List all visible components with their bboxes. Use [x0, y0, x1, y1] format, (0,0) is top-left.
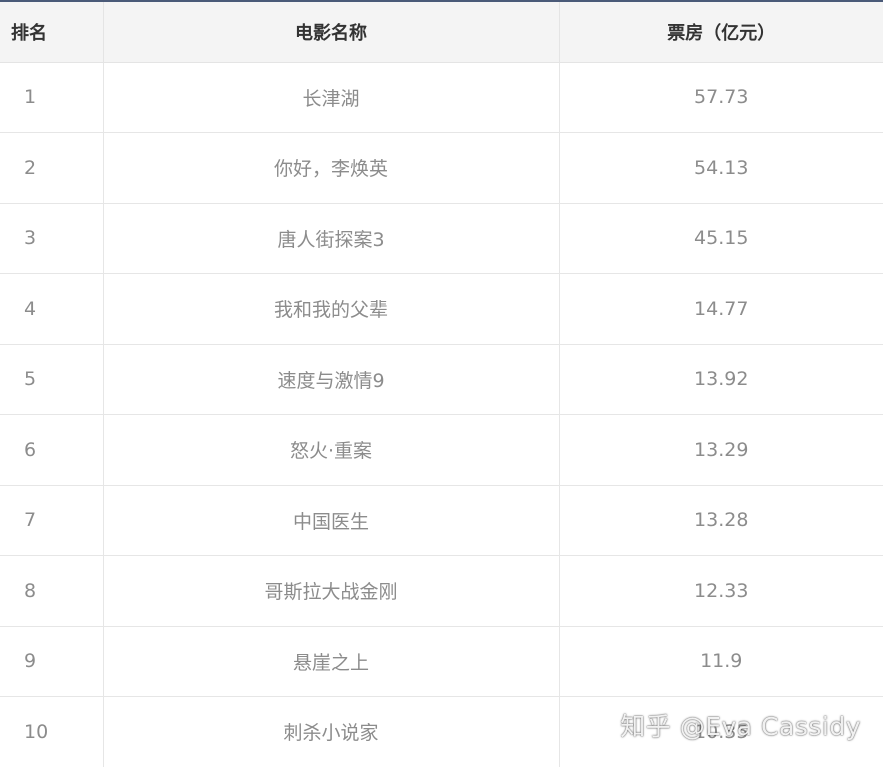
- cell-box-office: 45.15: [559, 203, 883, 274]
- cell-movie-name: 唐人街探案3: [103, 203, 560, 274]
- table-row: 8 哥斯拉大战金刚 12.33: [0, 555, 883, 627]
- cell-movie-name: 你好，李焕英: [103, 132, 560, 204]
- header-rank: 排名: [0, 2, 104, 63]
- cell-movie-name: 哥斯拉大战金刚: [103, 555, 560, 627]
- cell-box-office: 13.29: [559, 414, 883, 486]
- cell-rank: 2: [0, 132, 104, 204]
- cell-box-office: 54.13: [559, 132, 883, 204]
- cell-movie-name: 速度与激情9: [103, 344, 560, 415]
- table-row: 5 速度与激情9 13.92: [0, 344, 883, 415]
- cell-movie-name: 我和我的父辈: [103, 273, 560, 345]
- cell-movie-name: 怒火·重案: [103, 414, 560, 486]
- cell-movie-name: 中国医生: [103, 485, 560, 556]
- cell-rank: 8: [0, 555, 104, 627]
- table-header-row: 排名 电影名称 票房（亿元）: [0, 2, 883, 63]
- cell-movie-name: 刺杀小说家: [103, 696, 560, 767]
- cell-rank: 1: [0, 62, 104, 133]
- cell-rank: 7: [0, 485, 104, 556]
- cell-box-office: 11.9: [559, 626, 883, 697]
- header-box-office: 票房（亿元）: [559, 2, 883, 63]
- cell-movie-name: 长津湖: [103, 62, 560, 133]
- cell-rank: 10: [0, 696, 104, 767]
- box-office-table: 排名 电影名称 票房（亿元） 1 长津湖 57.73 2 你好，李焕英 54.1…: [0, 2, 883, 767]
- cell-rank: 9: [0, 626, 104, 697]
- table-row: 9 悬崖之上 11.9: [0, 626, 883, 697]
- cell-box-office: 13.28: [559, 485, 883, 556]
- cell-rank: 4: [0, 273, 104, 345]
- table-row: 7 中国医生 13.28: [0, 485, 883, 556]
- header-movie-name: 电影名称: [103, 2, 560, 63]
- cell-movie-name: 悬崖之上: [103, 626, 560, 697]
- cell-box-office: 13.92: [559, 344, 883, 415]
- table-row: 1 长津湖 57.73: [0, 62, 883, 133]
- cell-box-office: 12.33: [559, 555, 883, 627]
- cell-box-office: 57.73: [559, 62, 883, 133]
- cell-rank: 6: [0, 414, 104, 486]
- cell-box-office: 14.77: [559, 273, 883, 345]
- page: 排名 电影名称 票房（亿元） 1 长津湖 57.73 2 你好，李焕英 54.1…: [0, 0, 883, 767]
- table-row: 2 你好，李焕英 54.13: [0, 132, 883, 204]
- cell-rank: 3: [0, 203, 104, 274]
- table-row: 4 我和我的父辈 14.77: [0, 273, 883, 345]
- table-row: 3 唐人街探案3 45.15: [0, 203, 883, 274]
- cell-rank: 5: [0, 344, 104, 415]
- table-row: 6 怒火·重案 13.29: [0, 414, 883, 486]
- zhihu-watermark: 知乎 @Eva Cassidy: [620, 712, 861, 741]
